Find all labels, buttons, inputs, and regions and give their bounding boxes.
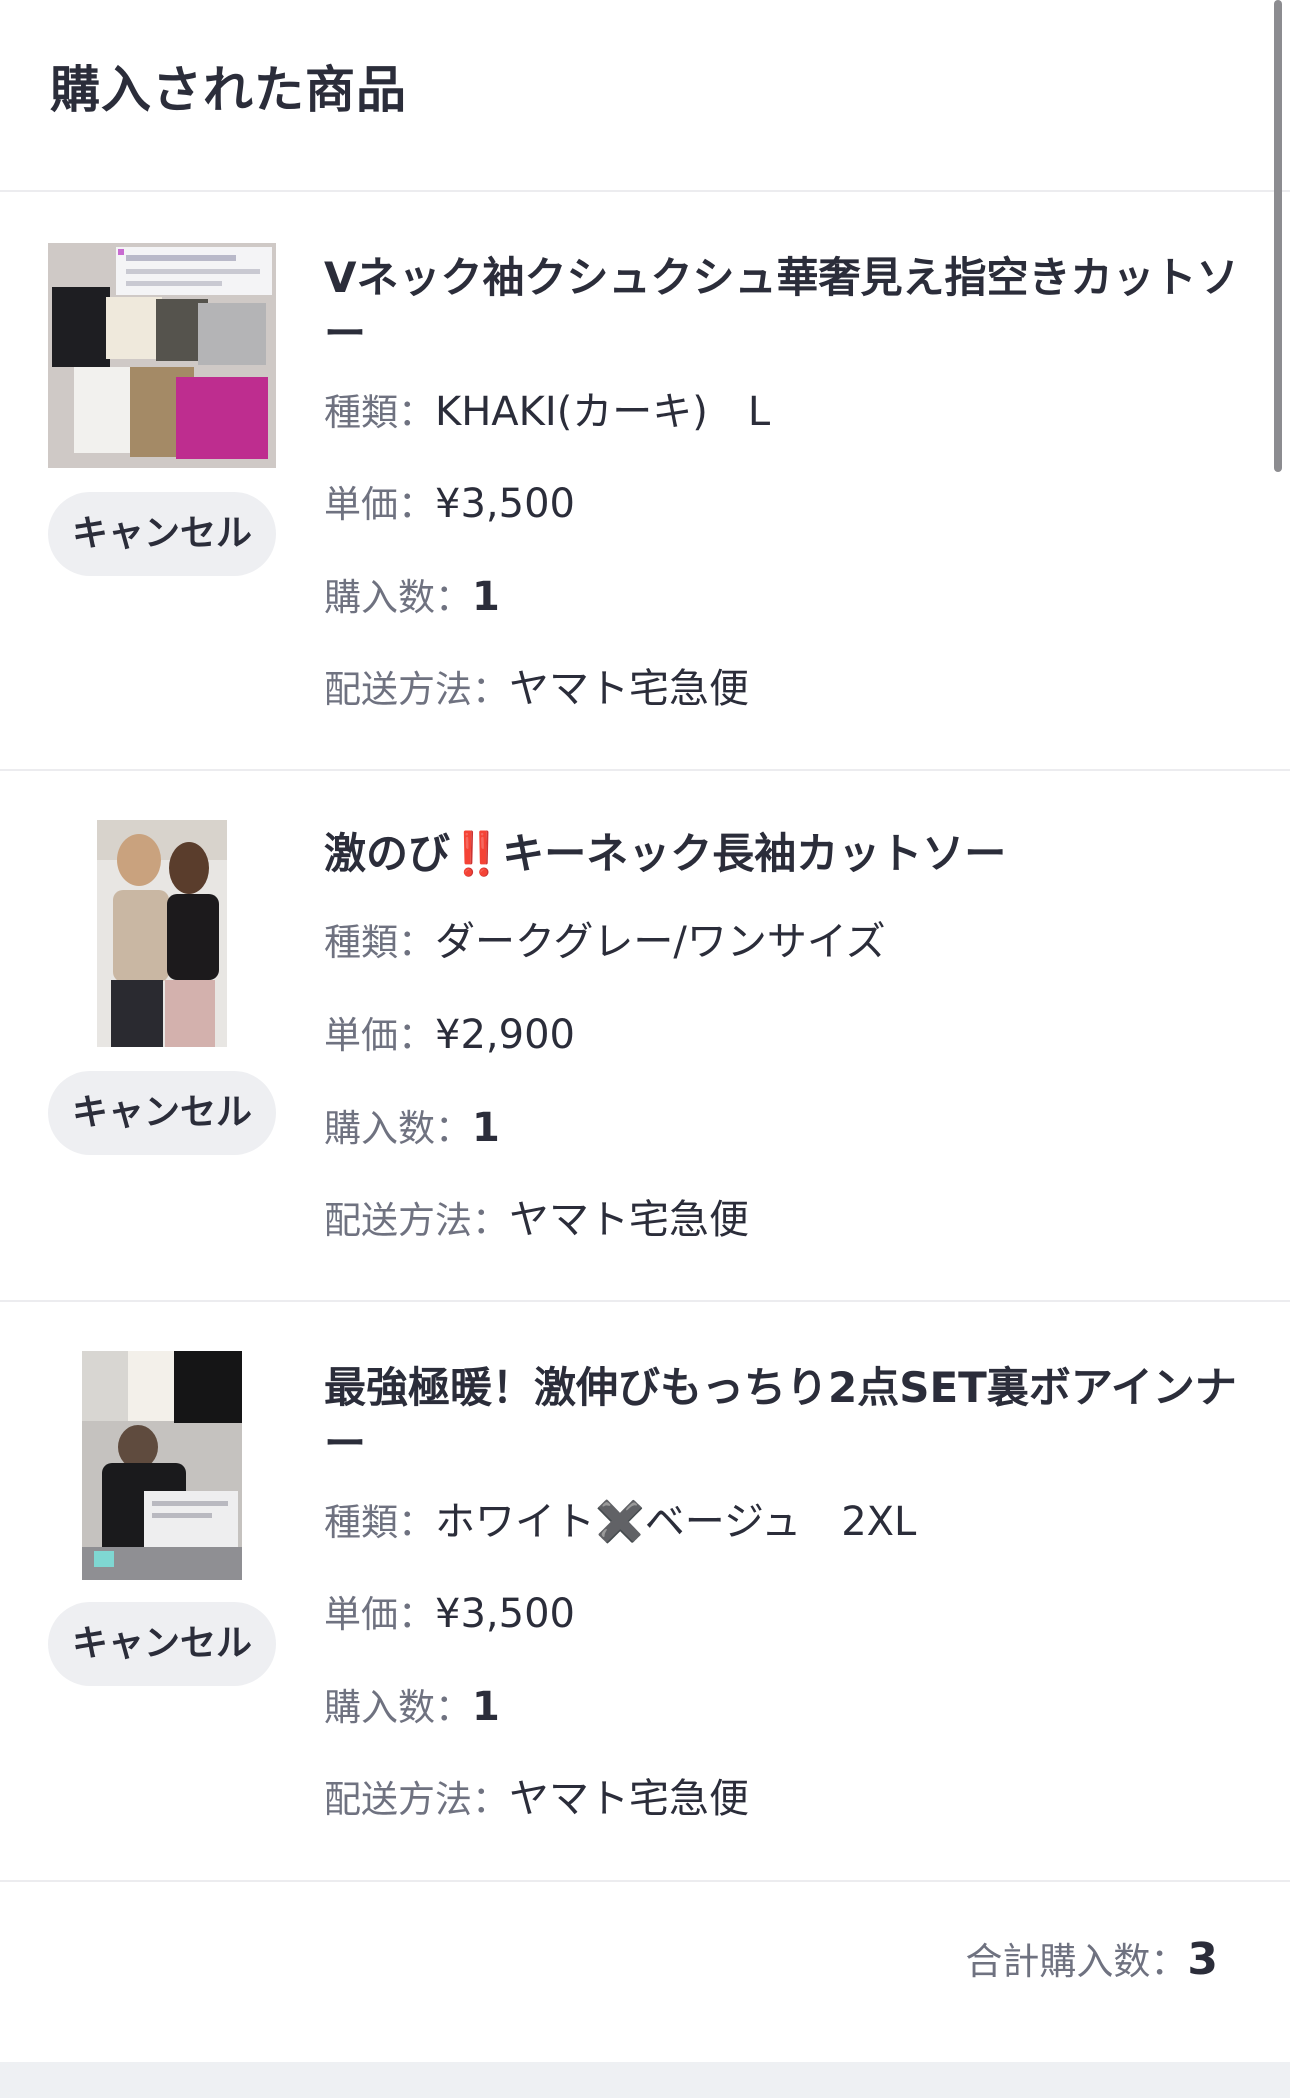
product-thumbnail[interactable] (48, 243, 276, 468)
product-name[interactable]: 激のび‼️キーネック長袖カットソー (324, 826, 1244, 882)
variant-label: 種類： (324, 921, 435, 964)
quantity-label: 購入数： (324, 1686, 472, 1729)
variant-value: KHAKI(カーキ) L (435, 389, 771, 435)
quantity-value: 1 (472, 1684, 500, 1730)
quantity-label: 購入数： (324, 1107, 472, 1150)
shipping-row: 配送方法：ヤマト宅急便 (324, 1192, 749, 1249)
quantity-value: 1 (472, 574, 500, 620)
header-divider (0, 190, 1290, 192)
price-value: ¥2,900 (435, 1012, 575, 1058)
variant-row: 種類：ダークグレー/ワンサイズ (324, 914, 886, 971)
variant-label: 種類： (324, 1501, 435, 1544)
quantity-value: 1 (472, 1105, 500, 1151)
quantity-row: 購入数：1 (324, 1679, 500, 1736)
shipping-label: 配送方法： (324, 1199, 509, 1242)
page-title: 購入された商品 (50, 61, 407, 119)
product-name[interactable]: 最強極暖！激伸びもっちり2点SET裏ボアインナー (324, 1360, 1244, 1472)
scrollbar[interactable] (1274, 0, 1282, 472)
price-label: 単価： (324, 483, 435, 526)
quantity-label: 購入数： (324, 576, 472, 619)
variant-label: 種類： (324, 391, 435, 434)
price-row: 単価：¥3,500 (324, 1586, 575, 1643)
variant-value: ダークグレー/ワンサイズ (435, 919, 886, 965)
item-divider (0, 769, 1290, 771)
shipping-label: 配送方法： (324, 1778, 509, 1821)
shipping-value: ヤマト宅急便 (509, 1776, 749, 1822)
product-thumbnail[interactable] (82, 1351, 242, 1580)
cancel-button[interactable]: キャンセル (48, 492, 276, 576)
price-value: ¥3,500 (435, 481, 575, 527)
shipping-label: 配送方法： (324, 668, 509, 711)
quantity-row: 購入数：1 (324, 569, 500, 626)
price-row: 単価：¥3,500 (324, 476, 575, 533)
product-name[interactable]: Vネック袖クシュクシュ華奢見え指空きカットソー (324, 250, 1244, 362)
shipping-value: ヤマト宅急便 (509, 1197, 749, 1243)
quantity-row: 購入数：1 (324, 1100, 500, 1157)
total-quantity-label: 合計購入数： (965, 1940, 1188, 1983)
variant-row: 種類：KHAKI(カーキ) L (324, 384, 770, 441)
item-divider (0, 1300, 1290, 1302)
price-label: 単価： (324, 1593, 435, 1636)
total-quantity: 合計購入数：3 (965, 1930, 1218, 1992)
variant-value: ホワイト✖️ベージュ 2XL (435, 1499, 917, 1545)
price-label: 単価： (324, 1014, 435, 1057)
product-thumbnail[interactable] (97, 820, 227, 1047)
purchased-items-page: 購入された商品 キャンセル Vネック袖クシュクシュ華奢見え指空きカットソー 種類… (0, 0, 1290, 2098)
shipping-row: 配送方法：ヤマト宅急便 (324, 1771, 749, 1828)
shipping-row: 配送方法：ヤマト宅急便 (324, 661, 749, 718)
cancel-button[interactable]: キャンセル (48, 1602, 276, 1686)
price-row: 単価：¥2,900 (324, 1007, 575, 1064)
bottom-band (0, 2062, 1290, 2098)
variant-row: 種類：ホワイト✖️ベージュ 2XL (324, 1494, 916, 1551)
shipping-value: ヤマト宅急便 (509, 666, 749, 712)
price-value: ¥3,500 (435, 1591, 575, 1637)
cancel-button[interactable]: キャンセル (48, 1071, 276, 1155)
item-divider (0, 1880, 1290, 1882)
total-quantity-value: 3 (1187, 1934, 1218, 1985)
